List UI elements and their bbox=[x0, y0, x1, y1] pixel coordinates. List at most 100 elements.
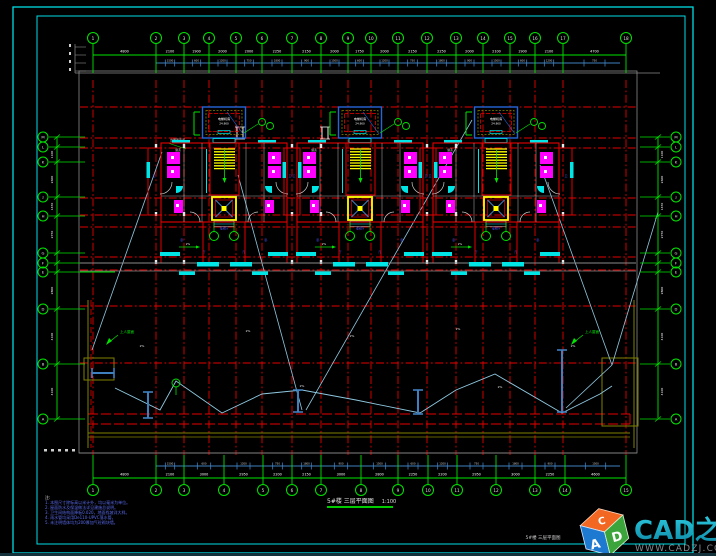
axis-bubble-label: 8 bbox=[320, 36, 323, 41]
sub-dim-text: 1200 bbox=[219, 59, 226, 63]
bottom-axis-strip: 1234567891011121314154800210015003000600… bbox=[79, 453, 637, 496]
axis-bubble-label: M bbox=[674, 135, 677, 140]
dim-text: 2100 bbox=[166, 50, 175, 54]
vent-label: 烟道 bbox=[311, 148, 317, 152]
drawing-title-block: 5#楼 三层平面图1:100 bbox=[327, 496, 396, 508]
dim-text: 2150 bbox=[302, 473, 311, 477]
fixture-dot bbox=[443, 156, 446, 159]
dim-text: 4600 bbox=[591, 473, 600, 477]
sub-dim-text: 900 bbox=[467, 59, 472, 63]
dim-text: 2250 bbox=[273, 50, 282, 54]
room-label: 卧 bbox=[452, 237, 455, 242]
axis-bubble-label: 10 bbox=[368, 36, 374, 41]
rect bbox=[434, 162, 438, 178]
door-leaf bbox=[537, 186, 544, 193]
rect bbox=[218, 131, 230, 134]
sub-dim-text: 750 bbox=[592, 59, 597, 63]
rect bbox=[213, 139, 235, 143]
sub-dim-text: 750 bbox=[410, 59, 415, 63]
text-label: 2% bbox=[140, 344, 145, 348]
room-label: 卫 bbox=[428, 174, 431, 178]
rect bbox=[570, 162, 574, 178]
axis-bubble-label: 18 bbox=[623, 36, 629, 41]
circle bbox=[531, 119, 538, 126]
axis-bubble-label: 17 bbox=[560, 36, 566, 41]
text-label: 2% bbox=[322, 242, 327, 246]
column-mark bbox=[562, 144, 564, 148]
machine-room-level: 24.900 bbox=[355, 122, 365, 126]
dim-text: 2100 bbox=[545, 50, 554, 54]
door-arc bbox=[160, 182, 172, 194]
rect bbox=[358, 206, 363, 211]
apartment-unit-core-2: 电梯机房24.900电梯厅卫卫卧卧厅厅烟道2% bbox=[283, 107, 438, 263]
room-label: 卧 bbox=[180, 237, 183, 242]
line bbox=[566, 365, 612, 408]
axis-bubble-label: 11 bbox=[454, 488, 460, 493]
tick-glyph bbox=[69, 52, 71, 55]
door-leaf bbox=[312, 186, 319, 193]
dim-text: 4100 bbox=[660, 333, 664, 341]
door-leaf bbox=[176, 186, 183, 193]
tick-glyph bbox=[58, 449, 61, 452]
columns bbox=[155, 144, 564, 264]
fixture-dot bbox=[171, 156, 174, 159]
cadzj-watermark[interactable]: C A D CAD之家 WWW.CADZJ.COM bbox=[576, 498, 716, 556]
sub-dim-text: 1200 bbox=[381, 59, 388, 63]
axis-bubble-label: 1 bbox=[92, 488, 95, 493]
notes-block: 注: 1. 本图尺寸除标高以米计外，均以毫米为单位。2. 屋面防水及保温做法详见… bbox=[45, 495, 130, 525]
axis-bubble-label: 10 bbox=[425, 488, 431, 493]
sub-dim-text: 900 bbox=[548, 462, 553, 466]
door-arc bbox=[190, 212, 200, 222]
arrowhead bbox=[106, 338, 112, 345]
dim-text: 2200 bbox=[273, 473, 282, 477]
rect bbox=[559, 148, 572, 215]
fixture-dot bbox=[544, 156, 547, 159]
dim-text: 2750 bbox=[660, 231, 664, 239]
sub-dim-text: 1500 bbox=[592, 462, 599, 466]
door-arc bbox=[326, 212, 336, 222]
rect bbox=[403, 204, 406, 207]
rect bbox=[349, 139, 371, 143]
outer-border bbox=[13, 7, 693, 553]
dim-text: 2950 bbox=[239, 473, 248, 477]
room-label: 卫 bbox=[424, 174, 427, 178]
text-label: 2% bbox=[246, 329, 251, 333]
dim-text: 1900 bbox=[518, 50, 527, 54]
window-sill bbox=[333, 262, 355, 267]
column-mark bbox=[426, 144, 428, 148]
dim-text: 2250 bbox=[546, 473, 555, 477]
dim-text: 4700 bbox=[590, 50, 599, 54]
axis-bubble-label: A bbox=[42, 417, 45, 422]
text-label: 上人屋面 bbox=[585, 329, 600, 334]
rect bbox=[287, 148, 300, 215]
sub-dim-text: 1500 bbox=[167, 59, 174, 63]
room-label: 电梯厅 bbox=[356, 227, 365, 231]
dim-text: 2200 bbox=[438, 473, 447, 477]
rect bbox=[354, 131, 366, 134]
room-label: 卫 bbox=[288, 174, 291, 178]
cad-drawing: 上人屋面上人屋面2%2%2%2%2%2%2%出屋面风道1234567891011… bbox=[0, 0, 716, 556]
door-leaf bbox=[448, 186, 455, 193]
axis-bubble-label: 3 bbox=[183, 36, 186, 41]
axis-bubble-label: 6 bbox=[261, 36, 264, 41]
tick-glyph bbox=[72, 449, 75, 452]
sub-dim-text: 1800 bbox=[274, 59, 281, 63]
dim-text: 2600 bbox=[50, 176, 54, 184]
window-sill bbox=[197, 262, 219, 267]
sub-dim-text: 600 bbox=[202, 462, 207, 466]
rect bbox=[419, 162, 423, 178]
rect bbox=[148, 148, 161, 215]
window-sill bbox=[404, 252, 424, 256]
room-label: 卧 bbox=[316, 237, 319, 242]
stair-arrow bbox=[495, 178, 499, 183]
dim-text: 4800 bbox=[120, 473, 129, 477]
circle bbox=[346, 232, 355, 241]
axis-bubble-label: 6 bbox=[291, 488, 294, 493]
axis-bubble-label: 14 bbox=[480, 36, 486, 41]
note-line: 5. 未注明墙体均为200厚加气砼砌块墙。 bbox=[45, 520, 130, 525]
fixture-dot bbox=[307, 170, 310, 173]
axis-bubble-label: 5 bbox=[262, 488, 265, 493]
axis-bubble-label: L bbox=[42, 145, 45, 150]
dim-text: 2800 bbox=[375, 473, 384, 477]
rect bbox=[176, 204, 179, 207]
